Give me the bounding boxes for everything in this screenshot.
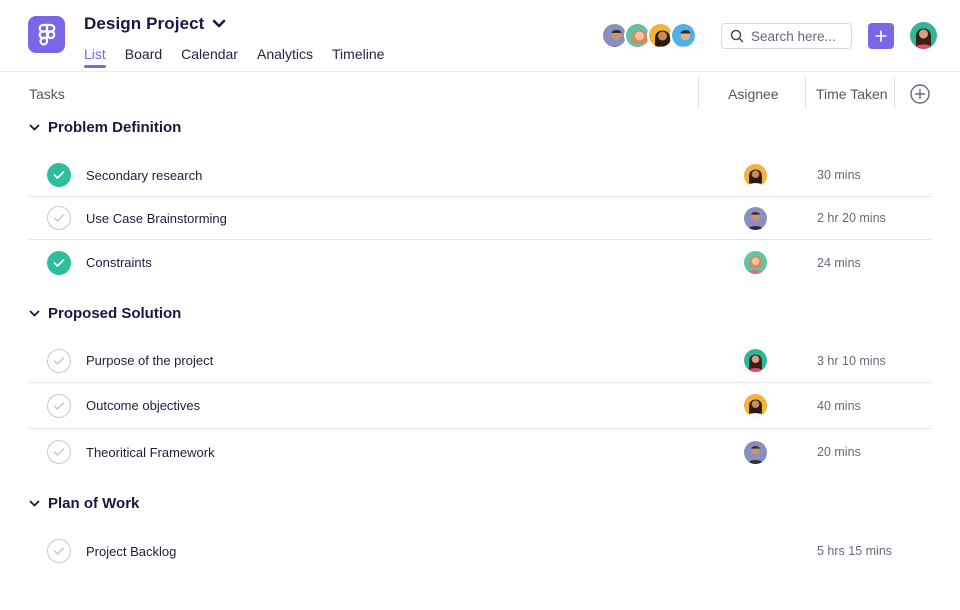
task-name[interactable]: Project Backlog xyxy=(86,544,176,559)
current-user-avatar[interactable] xyxy=(910,22,937,49)
assignee-avatar[interactable] xyxy=(744,440,767,464)
task-checkbox[interactable] xyxy=(47,393,71,418)
section-title: Problem Definition xyxy=(48,119,182,136)
figma-logo-icon xyxy=(38,23,55,45)
avatar-1 xyxy=(744,440,767,464)
chevron-down-icon xyxy=(213,19,226,28)
task-row[interactable]: Secondary research 30 mins xyxy=(29,154,932,197)
column-header-time-taken: Time Taken xyxy=(816,86,888,102)
task-checkbox[interactable] xyxy=(47,206,71,230)
check-icon xyxy=(53,258,65,267)
add-button[interactable] xyxy=(868,23,894,49)
task-checkbox[interactable] xyxy=(47,163,71,187)
search-input[interactable] xyxy=(751,28,847,44)
avatar-4 xyxy=(744,394,767,417)
task-checkbox[interactable] xyxy=(47,348,71,373)
section-header[interactable]: Proposed Solution xyxy=(29,305,181,322)
avatar-1 xyxy=(744,206,767,230)
task-checkbox[interactable] xyxy=(47,539,71,563)
task-row[interactable]: Project Backlog 5 hrs 15 mins xyxy=(29,529,932,573)
check-icon xyxy=(53,171,65,179)
section-title: Plan of Work xyxy=(48,495,140,512)
assignee-avatar[interactable] xyxy=(744,206,767,230)
task-name[interactable]: Theoritical Framework xyxy=(86,445,215,460)
project-members[interactable] xyxy=(601,22,697,49)
assignee-avatar[interactable] xyxy=(744,251,767,274)
tab-board[interactable]: Board xyxy=(125,46,162,68)
check-icon xyxy=(53,214,65,222)
project-title: Design Project xyxy=(84,14,205,33)
task-name[interactable]: Purpose of the project xyxy=(86,353,213,368)
add-column-button[interactable] xyxy=(909,83,931,105)
tab-timeline[interactable]: Timeline xyxy=(332,46,384,68)
plus-circle-icon xyxy=(910,84,930,104)
task-row[interactable]: Constraints 24 mins xyxy=(29,240,932,285)
time-taken: 5 hrs 15 mins xyxy=(817,544,893,558)
tab-calendar[interactable]: Calendar xyxy=(181,46,238,68)
search-icon xyxy=(730,29,744,43)
column-divider xyxy=(698,76,699,109)
section-header[interactable]: Problem Definition xyxy=(29,119,181,136)
check-icon xyxy=(53,547,65,555)
task-checkbox[interactable] xyxy=(47,440,71,464)
time-taken: 30 mins xyxy=(817,168,861,182)
task-name[interactable]: Outcome objectives xyxy=(86,398,200,413)
task-row[interactable]: Use Case Brainstorming 2 hr 20 mins xyxy=(29,197,932,240)
app-logo[interactable] xyxy=(28,16,65,53)
check-icon xyxy=(53,401,65,410)
member-avatar xyxy=(670,22,697,49)
tab-analytics[interactable]: Analytics xyxy=(257,46,313,68)
column-header-tasks: Tasks xyxy=(29,86,65,102)
time-taken: 20 mins xyxy=(817,445,861,459)
avatar-5 xyxy=(744,349,767,372)
task-row[interactable]: Purpose of the project 3 hr 10 mins xyxy=(29,339,932,383)
task-name[interactable]: Secondary research xyxy=(86,168,202,183)
column-header-assignee: Asignee xyxy=(728,86,779,102)
time-taken: 3 hr 10 mins xyxy=(817,353,886,368)
section-header[interactable]: Plan of Work xyxy=(29,495,139,512)
task-name[interactable]: Use Case Brainstorming xyxy=(86,211,227,226)
assignee-avatar[interactable] xyxy=(744,163,767,187)
task-checkbox[interactable] xyxy=(47,250,71,275)
avatar-5 xyxy=(910,22,937,49)
check-icon xyxy=(53,356,65,365)
section-title: Proposed Solution xyxy=(48,305,182,322)
time-taken: 40 mins xyxy=(817,398,861,413)
search-box[interactable] xyxy=(721,23,852,49)
task-row[interactable]: Theoritical Framework 20 mins xyxy=(29,429,932,475)
chevron-down-icon xyxy=(29,500,40,506)
column-divider xyxy=(894,76,895,109)
avatar-4 xyxy=(672,24,695,47)
avatar-4 xyxy=(744,163,767,187)
avatar-2 xyxy=(744,251,767,274)
project-title-dropdown[interactable]: Design Project xyxy=(84,14,226,34)
task-row[interactable]: Outcome objectives 40 mins xyxy=(29,383,932,429)
task-name[interactable]: Constraints xyxy=(86,255,152,270)
assignee-avatar[interactable] xyxy=(744,394,767,417)
view-tabs: List Board Calendar Analytics Timeline xyxy=(84,46,384,68)
chevron-down-icon xyxy=(29,310,40,316)
assignee-avatar[interactable] xyxy=(744,349,767,372)
column-divider xyxy=(805,76,806,109)
time-taken: 2 hr 20 mins xyxy=(817,211,886,225)
time-taken: 24 mins xyxy=(817,255,861,270)
check-icon xyxy=(53,448,65,456)
plus-icon xyxy=(875,30,887,42)
chevron-down-icon xyxy=(29,124,40,130)
tab-list[interactable]: List xyxy=(84,46,106,68)
